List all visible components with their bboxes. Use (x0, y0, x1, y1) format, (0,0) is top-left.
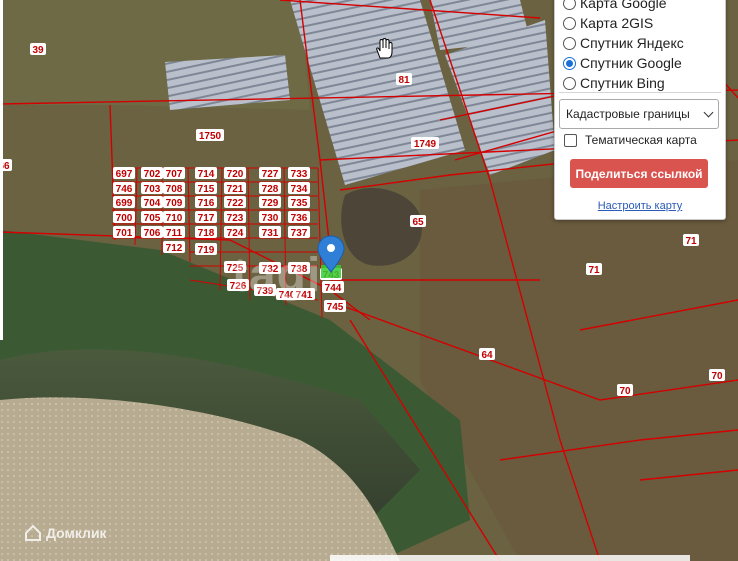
plot-number-label[interactable]: 1749 (414, 139, 437, 150)
option-label: Карта Google (580, 0, 667, 11)
plot-number-label[interactable]: 734 (291, 184, 308, 195)
plot-number-label[interactable]: 714 (198, 169, 215, 180)
plot-number-label[interactable]: 705 (144, 213, 161, 224)
option-label: Карта 2GIS (580, 15, 654, 31)
radio-yandex-satellite[interactable] (563, 36, 576, 50)
plot-number-label[interactable]: 81 (398, 75, 410, 86)
layer-select[interactable]: Кадастровые границы (559, 99, 719, 129)
plot-number-label[interactable]: 709 (166, 198, 183, 209)
plot-number-label[interactable]: 718 (198, 228, 215, 239)
radio-google-map[interactable] (563, 0, 576, 10)
plot-number-label[interactable]: 706 (144, 228, 161, 239)
divider (559, 92, 721, 93)
scale-bar (330, 555, 690, 561)
plot-number-label[interactable]: 746 (116, 184, 133, 195)
plot-number-label[interactable]: 722 (227, 198, 244, 209)
plot-number-label[interactable]: 699 (116, 198, 133, 209)
house-icon (25, 524, 41, 541)
plot-number-label[interactable]: 728 (262, 184, 279, 195)
plot-number-label[interactable]: 731 (262, 228, 279, 239)
chevron-down-icon (703, 107, 714, 117)
plot-number-label[interactable]: 723 (227, 213, 244, 224)
plot-number-label[interactable]: 697 (116, 169, 133, 180)
plot-number-label[interactable]: 39 (32, 45, 44, 56)
radio-google-satellite[interactable] (563, 56, 576, 70)
plot-number-label[interactable]: 701 (116, 228, 133, 239)
plot-number-label[interactable]: 707 (166, 169, 183, 180)
plot-number-label[interactable]: 744 (325, 283, 342, 294)
option-2gis-map[interactable]: Карта 2GIS (563, 13, 653, 33)
plot-number-label[interactable]: 704 (144, 198, 161, 209)
plot-number-label[interactable]: 703 (144, 184, 161, 195)
radio-2gis-map[interactable] (563, 16, 576, 30)
plot-number-label[interactable]: 710 (166, 213, 183, 224)
plot-number-label[interactable]: 730 (262, 213, 279, 224)
layer-select-value: Кадастровые границы (566, 107, 690, 121)
thematic-map-checkbox[interactable] (564, 133, 577, 147)
option-yandex-satellite[interactable]: Спутник Яндекс (563, 33, 684, 53)
option-google-map[interactable]: Карта Google (563, 0, 667, 13)
option-bing-satellite[interactable]: Спутник Bing (563, 73, 665, 93)
plot-number-label[interactable]: 720 (227, 169, 244, 180)
plot-number-label[interactable]: 64 (481, 350, 493, 361)
watermark: tagi (232, 249, 322, 302)
option-label: Спутник Google (580, 55, 682, 71)
plot-number-label[interactable]: 737 (291, 228, 308, 239)
plot-number-label[interactable]: 724 (227, 228, 244, 239)
plot-number-label[interactable]: 711 (166, 228, 183, 239)
brand-logo: Домклик (24, 524, 107, 542)
plot-number-label[interactable]: 71 (685, 236, 697, 247)
plot-number-label[interactable]: 729 (262, 198, 279, 209)
thematic-map-toggle[interactable]: Тематическая карта (564, 133, 697, 147)
plot-number-label[interactable]: 71 (588, 265, 600, 276)
plot-number-label[interactable]: 712 (166, 243, 183, 254)
radio-bing-satellite[interactable] (563, 76, 576, 90)
plot-number-label[interactable]: 716 (198, 198, 215, 209)
brand-name: Домклик (46, 525, 107, 541)
plot-number-label[interactable]: 70 (711, 371, 723, 382)
plot-number-label[interactable]: 717 (198, 213, 215, 224)
share-link-button[interactable]: Поделиться ссылкой (570, 159, 708, 188)
plot-number-label[interactable]: 727 (262, 169, 279, 180)
plot-number-label[interactable]: 736 (291, 213, 308, 224)
plot-number-label[interactable]: 65 (412, 217, 424, 228)
hand-cursor-icon (376, 38, 393, 59)
thematic-map-label: Тематическая карта (585, 133, 697, 147)
configure-map-link[interactable]: Настроить карту (555, 200, 725, 212)
left-edge-bar (0, 0, 3, 340)
plot-number-label[interactable]: 721 (227, 184, 244, 195)
plot-number-label[interactable]: 708 (166, 184, 183, 195)
plot-number-label[interactable]: 745 (327, 302, 344, 313)
plot-number-label[interactable]: 70 (619, 386, 631, 397)
plot-number-label[interactable]: 702 (144, 169, 161, 180)
map-settings-panel: Карта Google Карта 2GIS Спутник Яндекс С… (554, 0, 726, 220)
plot-number-label[interactable]: 700 (116, 213, 133, 224)
plot-number-label[interactable]: 719 (198, 245, 215, 256)
location-marker[interactable] (317, 235, 345, 278)
plot-number-label[interactable]: 1750 (199, 131, 222, 142)
plot-number-label[interactable]: 715 (198, 184, 215, 195)
plot-number-label[interactable]: 733 (291, 169, 308, 180)
plot-number-label[interactable]: 735 (291, 198, 308, 209)
option-label: Спутник Bing (580, 75, 665, 91)
option-label: Спутник Яндекс (580, 35, 684, 51)
option-google-satellite[interactable]: Спутник Google (563, 53, 682, 73)
